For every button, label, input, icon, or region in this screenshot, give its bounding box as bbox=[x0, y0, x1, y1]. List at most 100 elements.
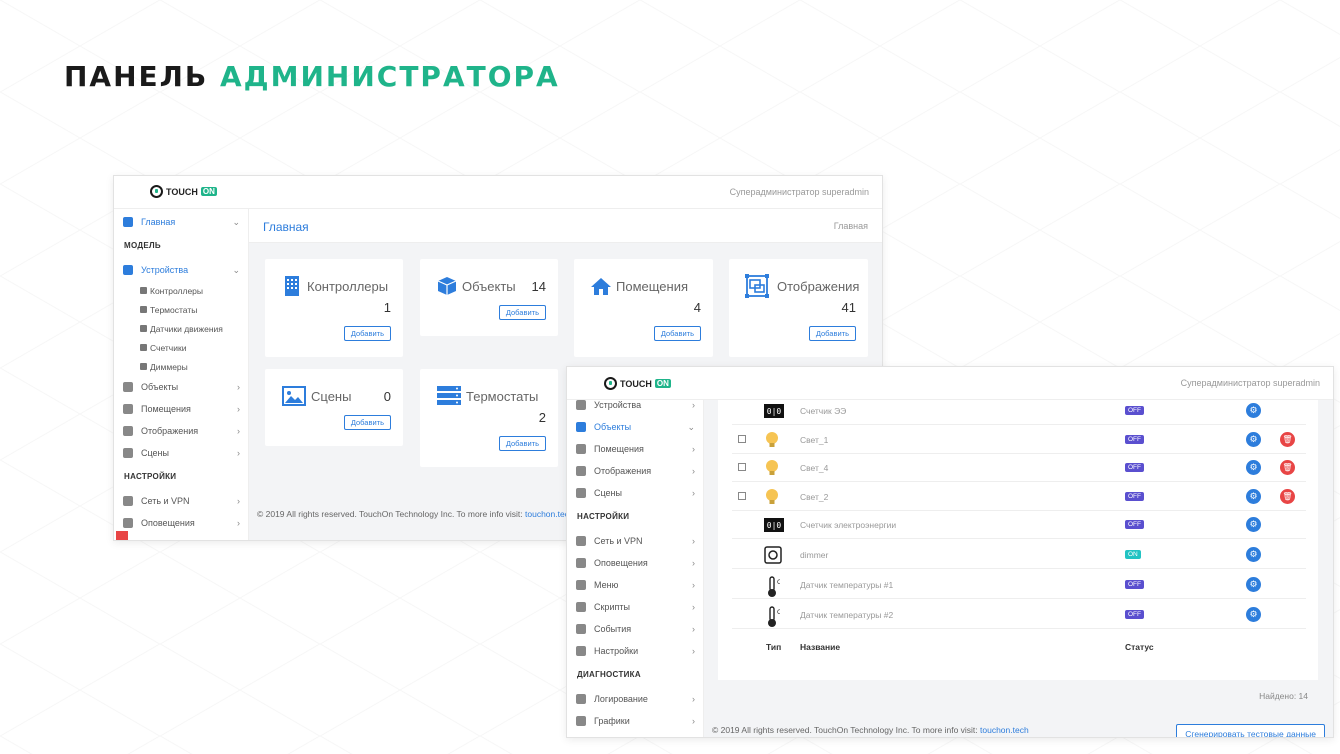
status-badge: OFF bbox=[1125, 406, 1144, 415]
table-row[interactable]: Свет_1 OFF ⚙ 🗑 bbox=[732, 426, 1306, 454]
col-name[interactable]: Название bbox=[800, 642, 840, 652]
row-name[interactable]: Датчик температуры #2 bbox=[800, 610, 893, 620]
status-badge: OFF bbox=[1125, 434, 1144, 444]
chevron-right-icon: › bbox=[692, 602, 695, 612]
sidebar-item-label: Оповещения bbox=[594, 558, 648, 568]
sidebar-sub-dimmers[interactable]: Диммеры bbox=[114, 357, 248, 376]
sidebar-item-views[interactable]: Отображения › bbox=[567, 460, 703, 482]
sidebar-item-scenes[interactable]: Сцены › bbox=[567, 482, 703, 504]
gear-icon[interactable]: ⚙ bbox=[1246, 460, 1261, 475]
sidebar-item-devices[interactable]: Устройства ⌄ bbox=[114, 259, 248, 281]
table-row[interactable]: dimmer ON ⚙ bbox=[732, 541, 1306, 569]
table-row[interactable]: Свет_2 OFF ⚙ 🗑 bbox=[732, 483, 1306, 511]
footer-link[interactable]: touchon.tech bbox=[980, 725, 1029, 735]
sidebar-item-rooms[interactable]: Помещения › bbox=[114, 398, 248, 420]
row-name[interactable]: Счетчик электроэнергии bbox=[800, 520, 896, 530]
admin-window-objects: TOUCH ON Суперадминистратор superadmin Ус… bbox=[566, 366, 1334, 738]
col-type[interactable]: Тип bbox=[766, 642, 781, 652]
gear-icon[interactable]: ⚙ bbox=[1246, 517, 1261, 532]
card-count: 14 bbox=[531, 279, 546, 294]
sidebar-item-events[interactable]: События › bbox=[567, 618, 703, 640]
add-object-button[interactable]: Добавить bbox=[498, 305, 546, 320]
trash-icon[interactable]: 🗑 bbox=[1280, 431, 1295, 447]
gear-icon[interactable]: ⚙ bbox=[1246, 607, 1261, 622]
sidebar-item-views[interactable]: Отображения › bbox=[114, 420, 248, 442]
chevron-right-icon: › bbox=[692, 580, 695, 590]
table-row[interactable]: Свет_4 OFF ⚙ 🗑 bbox=[732, 454, 1306, 482]
sidebar-item-main[interactable]: Главная ⌄ bbox=[114, 211, 248, 233]
sidebar-sub-meters[interactable]: Счетчики bbox=[114, 338, 248, 357]
cube-icon bbox=[437, 277, 457, 295]
image-icon bbox=[576, 488, 586, 498]
table-row[interactable]: C Датчик температуры #2 OFF ⚙ bbox=[732, 601, 1306, 629]
row-checkbox[interactable] bbox=[738, 491, 746, 500]
section-head-settings: НАСТРОЙКИ bbox=[577, 512, 630, 521]
sidebar-item-settings[interactable]: Настройки › bbox=[567, 640, 703, 662]
sidebar-item-network[interactable]: Сеть и VPN › bbox=[567, 530, 703, 552]
add-controller-button[interactable]: Добавить bbox=[343, 326, 391, 341]
trash-icon[interactable]: 🗑 bbox=[1280, 460, 1295, 475]
power-icon bbox=[150, 185, 163, 198]
status-badge: OFF bbox=[1125, 520, 1144, 529]
add-thermostat-button[interactable]: Добавить bbox=[498, 436, 546, 451]
table-row[interactable]: 0|0 Счетчик электроэнергии OFF ⚙ bbox=[732, 511, 1306, 539]
sidebar-item-label: Объекты bbox=[594, 422, 632, 432]
status-badge: OFF bbox=[1125, 463, 1144, 472]
gear-icon[interactable]: ⚙ bbox=[1246, 431, 1261, 447]
add-view-button[interactable]: Добавить bbox=[808, 326, 856, 341]
add-room-button[interactable]: Добавить bbox=[653, 326, 701, 341]
row-name[interactable]: dimmer bbox=[800, 550, 828, 560]
card-count: 2 bbox=[538, 410, 546, 425]
row-name[interactable]: Счетчик ЭЭ bbox=[800, 406, 846, 416]
logo-text: TOUCH bbox=[166, 186, 198, 197]
table-row[interactable]: C Датчик температуры #1 OFF ⚙ bbox=[732, 571, 1306, 599]
row-name[interactable]: Датчик температуры #1 bbox=[800, 580, 893, 590]
bell-icon bbox=[123, 518, 133, 528]
chevron-down-icon: ⌄ bbox=[687, 421, 695, 432]
sidebar-sub-motion[interactable]: Датчики движения bbox=[114, 319, 248, 338]
logo[interactable]: TOUCH ON bbox=[604, 377, 671, 390]
status-badge: OFF bbox=[1125, 610, 1144, 619]
sidebar-item-alerts[interactable]: Оповещения › bbox=[567, 552, 703, 574]
chevron-right-icon: › bbox=[237, 496, 240, 506]
sidebar-item-alerts[interactable]: Оповещения › bbox=[114, 512, 248, 534]
row-checkbox[interactable] bbox=[738, 463, 746, 471]
breadcrumb[interactable]: Главная bbox=[834, 221, 868, 231]
sidebar-item-network[interactable]: Сеть и VPN › bbox=[114, 490, 248, 512]
chevron-right-icon: › bbox=[692, 536, 695, 546]
sidebar-item-objects[interactable]: Объекты ⌄ bbox=[567, 416, 703, 438]
gear-icon[interactable]: ⚙ bbox=[1246, 488, 1261, 504]
footer-text: © 2019 All rights reserved. TouchOn Tech… bbox=[712, 725, 981, 735]
sidebar-item-label: Помещения bbox=[141, 404, 191, 414]
views-icon bbox=[576, 466, 586, 476]
trash-icon[interactable]: 🗑 bbox=[1280, 488, 1295, 504]
section-head-settings: НАСТРОЙКИ bbox=[124, 472, 177, 481]
thermostat-icon bbox=[140, 306, 147, 313]
table-row[interactable]: 0|0 Счетчик ЭЭ OFF ⚙ bbox=[732, 397, 1306, 425]
generate-test-data-button[interactable]: Сгенерировать тестовые данные bbox=[1176, 724, 1325, 737]
logo[interactable]: TOUCH ON bbox=[150, 185, 217, 198]
sidebar-sub-thermostats[interactable]: Термостаты bbox=[114, 300, 248, 319]
sidebar-item-rooms[interactable]: Помещения › bbox=[567, 438, 703, 460]
sidebar-item-scripts[interactable]: Скрипты › bbox=[567, 596, 703, 618]
row-name[interactable]: Свет_4 bbox=[800, 463, 828, 473]
add-scene-button[interactable]: Добавить bbox=[343, 415, 391, 430]
home-icon bbox=[591, 278, 611, 295]
gear-icon[interactable]: ⚙ bbox=[1246, 547, 1261, 562]
sidebar-item-scenes[interactable]: Сцены › bbox=[114, 442, 248, 464]
gear-icon[interactable]: ⚙ bbox=[1246, 403, 1261, 418]
sidebar-sub-controllers[interactable]: Контроллеры bbox=[114, 281, 248, 300]
row-checkbox[interactable] bbox=[738, 434, 746, 443]
row-name[interactable]: Свет_1 bbox=[800, 435, 828, 445]
objects-table-panel: 0|0 Счетчик ЭЭ OFF ⚙ Свет_1 OFF ⚙ 🗑 Свет_4 OFF ⚙ 🗑 С… bbox=[718, 400, 1318, 680]
gear-icon[interactable]: ⚙ bbox=[1246, 577, 1261, 592]
col-status[interactable]: Статус bbox=[1125, 642, 1154, 652]
row-name[interactable]: Свет_2 bbox=[800, 492, 828, 502]
sidebar-item-objects[interactable]: Объекты › bbox=[114, 376, 248, 398]
sidebar-item-menu[interactable]: Меню › bbox=[567, 574, 703, 596]
sidebar-item-graphs[interactable]: Графики › bbox=[567, 710, 703, 732]
sidebar-item-devices[interactable]: Устройства › bbox=[567, 400, 703, 416]
user-label[interactable]: Суперадминистратор superadmin bbox=[730, 187, 869, 197]
user-label[interactable]: Суперадминистратор superadmin bbox=[1181, 378, 1320, 388]
sidebar-item-logging[interactable]: Логирование › bbox=[567, 688, 703, 710]
